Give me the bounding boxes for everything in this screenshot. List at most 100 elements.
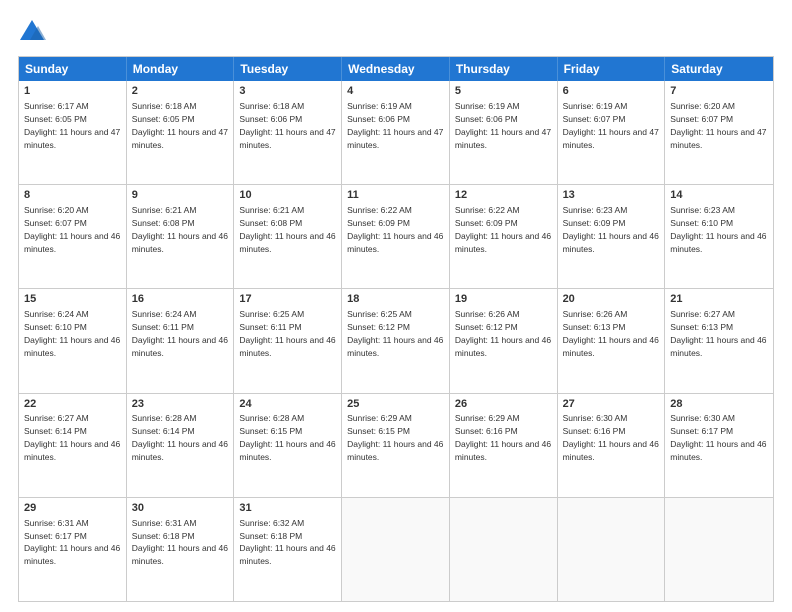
weekday-header: Friday: [558, 57, 666, 81]
calendar-cell: 9 Sunrise: 6:21 AMSunset: 6:08 PMDayligh…: [127, 185, 235, 288]
calendar-cell: 11 Sunrise: 6:22 AMSunset: 6:09 PMDaylig…: [342, 185, 450, 288]
day-info: Sunrise: 6:23 AMSunset: 6:09 PMDaylight:…: [563, 205, 659, 254]
day-number: 16: [132, 292, 229, 307]
day-info: Sunrise: 6:28 AMSunset: 6:14 PMDaylight:…: [132, 413, 228, 462]
calendar-cell: 1 Sunrise: 6:17 AMSunset: 6:05 PMDayligh…: [19, 81, 127, 184]
day-number: 14: [670, 188, 768, 203]
calendar-cell: 21 Sunrise: 6:27 AMSunset: 6:13 PMDaylig…: [665, 289, 773, 392]
calendar-cell: 6 Sunrise: 6:19 AMSunset: 6:07 PMDayligh…: [558, 81, 666, 184]
weekday-header: Sunday: [19, 57, 127, 81]
calendar-cell: 7 Sunrise: 6:20 AMSunset: 6:07 PMDayligh…: [665, 81, 773, 184]
weekday-header: Tuesday: [234, 57, 342, 81]
calendar-cell: 4 Sunrise: 6:19 AMSunset: 6:06 PMDayligh…: [342, 81, 450, 184]
day-info: Sunrise: 6:24 AMSunset: 6:10 PMDaylight:…: [24, 309, 120, 358]
calendar-cell: 23 Sunrise: 6:28 AMSunset: 6:14 PMDaylig…: [127, 394, 235, 497]
day-info: Sunrise: 6:26 AMSunset: 6:12 PMDaylight:…: [455, 309, 551, 358]
day-info: Sunrise: 6:19 AMSunset: 6:06 PMDaylight:…: [455, 101, 551, 150]
calendar-cell: 2 Sunrise: 6:18 AMSunset: 6:05 PMDayligh…: [127, 81, 235, 184]
calendar-row: 8 Sunrise: 6:20 AMSunset: 6:07 PMDayligh…: [19, 184, 773, 288]
day-number: 23: [132, 397, 229, 412]
day-number: 22: [24, 397, 121, 412]
day-info: Sunrise: 6:18 AMSunset: 6:06 PMDaylight:…: [239, 101, 335, 150]
day-info: Sunrise: 6:25 AMSunset: 6:12 PMDaylight:…: [347, 309, 443, 358]
calendar-cell: 25 Sunrise: 6:29 AMSunset: 6:15 PMDaylig…: [342, 394, 450, 497]
calendar-cell: 16 Sunrise: 6:24 AMSunset: 6:11 PMDaylig…: [127, 289, 235, 392]
calendar-cell: 17 Sunrise: 6:25 AMSunset: 6:11 PMDaylig…: [234, 289, 342, 392]
day-info: Sunrise: 6:27 AMSunset: 6:14 PMDaylight:…: [24, 413, 120, 462]
day-info: Sunrise: 6:31 AMSunset: 6:17 PMDaylight:…: [24, 518, 120, 567]
calendar-cell: 8 Sunrise: 6:20 AMSunset: 6:07 PMDayligh…: [19, 185, 127, 288]
day-number: 18: [347, 292, 444, 307]
calendar-cell: [342, 498, 450, 601]
calendar-cell: [665, 498, 773, 601]
day-number: 17: [239, 292, 336, 307]
day-info: Sunrise: 6:21 AMSunset: 6:08 PMDaylight:…: [132, 205, 228, 254]
day-number: 27: [563, 397, 660, 412]
day-info: Sunrise: 6:21 AMSunset: 6:08 PMDaylight:…: [239, 205, 335, 254]
day-info: Sunrise: 6:29 AMSunset: 6:16 PMDaylight:…: [455, 413, 551, 462]
weekday-header: Wednesday: [342, 57, 450, 81]
calendar-body: 1 Sunrise: 6:17 AMSunset: 6:05 PMDayligh…: [19, 81, 773, 601]
day-info: Sunrise: 6:20 AMSunset: 6:07 PMDaylight:…: [670, 101, 766, 150]
day-number: 6: [563, 84, 660, 99]
calendar-cell: 14 Sunrise: 6:23 AMSunset: 6:10 PMDaylig…: [665, 185, 773, 288]
day-info: Sunrise: 6:20 AMSunset: 6:07 PMDaylight:…: [24, 205, 120, 254]
day-number: 20: [563, 292, 660, 307]
calendar-cell: 19 Sunrise: 6:26 AMSunset: 6:12 PMDaylig…: [450, 289, 558, 392]
calendar-cell: 15 Sunrise: 6:24 AMSunset: 6:10 PMDaylig…: [19, 289, 127, 392]
calendar-cell: 22 Sunrise: 6:27 AMSunset: 6:14 PMDaylig…: [19, 394, 127, 497]
day-number: 10: [239, 188, 336, 203]
day-number: 29: [24, 501, 121, 516]
day-number: 31: [239, 501, 336, 516]
day-number: 28: [670, 397, 768, 412]
calendar-cell: 20 Sunrise: 6:26 AMSunset: 6:13 PMDaylig…: [558, 289, 666, 392]
day-number: 2: [132, 84, 229, 99]
page: SundayMondayTuesdayWednesdayThursdayFrid…: [0, 0, 792, 612]
day-info: Sunrise: 6:25 AMSunset: 6:11 PMDaylight:…: [239, 309, 335, 358]
header: [18, 18, 774, 46]
calendar-cell: 10 Sunrise: 6:21 AMSunset: 6:08 PMDaylig…: [234, 185, 342, 288]
calendar-cell: [450, 498, 558, 601]
day-info: Sunrise: 6:17 AMSunset: 6:05 PMDaylight:…: [24, 101, 120, 150]
day-number: 12: [455, 188, 552, 203]
day-info: Sunrise: 6:22 AMSunset: 6:09 PMDaylight:…: [347, 205, 443, 254]
day-info: Sunrise: 6:30 AMSunset: 6:17 PMDaylight:…: [670, 413, 766, 462]
calendar-cell: 28 Sunrise: 6:30 AMSunset: 6:17 PMDaylig…: [665, 394, 773, 497]
day-number: 30: [132, 501, 229, 516]
day-info: Sunrise: 6:22 AMSunset: 6:09 PMDaylight:…: [455, 205, 551, 254]
day-number: 3: [239, 84, 336, 99]
calendar-cell: 5 Sunrise: 6:19 AMSunset: 6:06 PMDayligh…: [450, 81, 558, 184]
day-info: Sunrise: 6:19 AMSunset: 6:07 PMDaylight:…: [563, 101, 659, 150]
calendar-row: 22 Sunrise: 6:27 AMSunset: 6:14 PMDaylig…: [19, 393, 773, 497]
calendar-row: 29 Sunrise: 6:31 AMSunset: 6:17 PMDaylig…: [19, 497, 773, 601]
calendar-cell: 12 Sunrise: 6:22 AMSunset: 6:09 PMDaylig…: [450, 185, 558, 288]
day-number: 11: [347, 188, 444, 203]
day-info: Sunrise: 6:32 AMSunset: 6:18 PMDaylight:…: [239, 518, 335, 567]
calendar-cell: 3 Sunrise: 6:18 AMSunset: 6:06 PMDayligh…: [234, 81, 342, 184]
weekday-header: Thursday: [450, 57, 558, 81]
day-info: Sunrise: 6:19 AMSunset: 6:06 PMDaylight:…: [347, 101, 443, 150]
day-number: 21: [670, 292, 768, 307]
day-number: 19: [455, 292, 552, 307]
calendar-row: 1 Sunrise: 6:17 AMSunset: 6:05 PMDayligh…: [19, 81, 773, 184]
day-info: Sunrise: 6:28 AMSunset: 6:15 PMDaylight:…: [239, 413, 335, 462]
calendar-cell: [558, 498, 666, 601]
day-number: 15: [24, 292, 121, 307]
day-info: Sunrise: 6:24 AMSunset: 6:11 PMDaylight:…: [132, 309, 228, 358]
calendar-cell: 26 Sunrise: 6:29 AMSunset: 6:16 PMDaylig…: [450, 394, 558, 497]
day-info: Sunrise: 6:30 AMSunset: 6:16 PMDaylight:…: [563, 413, 659, 462]
calendar-header: SundayMondayTuesdayWednesdayThursdayFrid…: [19, 57, 773, 81]
day-info: Sunrise: 6:29 AMSunset: 6:15 PMDaylight:…: [347, 413, 443, 462]
calendar-cell: 29 Sunrise: 6:31 AMSunset: 6:17 PMDaylig…: [19, 498, 127, 601]
day-number: 8: [24, 188, 121, 203]
logo: [18, 18, 49, 46]
day-number: 26: [455, 397, 552, 412]
day-number: 5: [455, 84, 552, 99]
calendar: SundayMondayTuesdayWednesdayThursdayFrid…: [18, 56, 774, 602]
day-number: 13: [563, 188, 660, 203]
calendar-cell: 13 Sunrise: 6:23 AMSunset: 6:09 PMDaylig…: [558, 185, 666, 288]
calendar-cell: 31 Sunrise: 6:32 AMSunset: 6:18 PMDaylig…: [234, 498, 342, 601]
calendar-cell: 27 Sunrise: 6:30 AMSunset: 6:16 PMDaylig…: [558, 394, 666, 497]
weekday-header: Monday: [127, 57, 235, 81]
logo-icon: [18, 18, 46, 46]
